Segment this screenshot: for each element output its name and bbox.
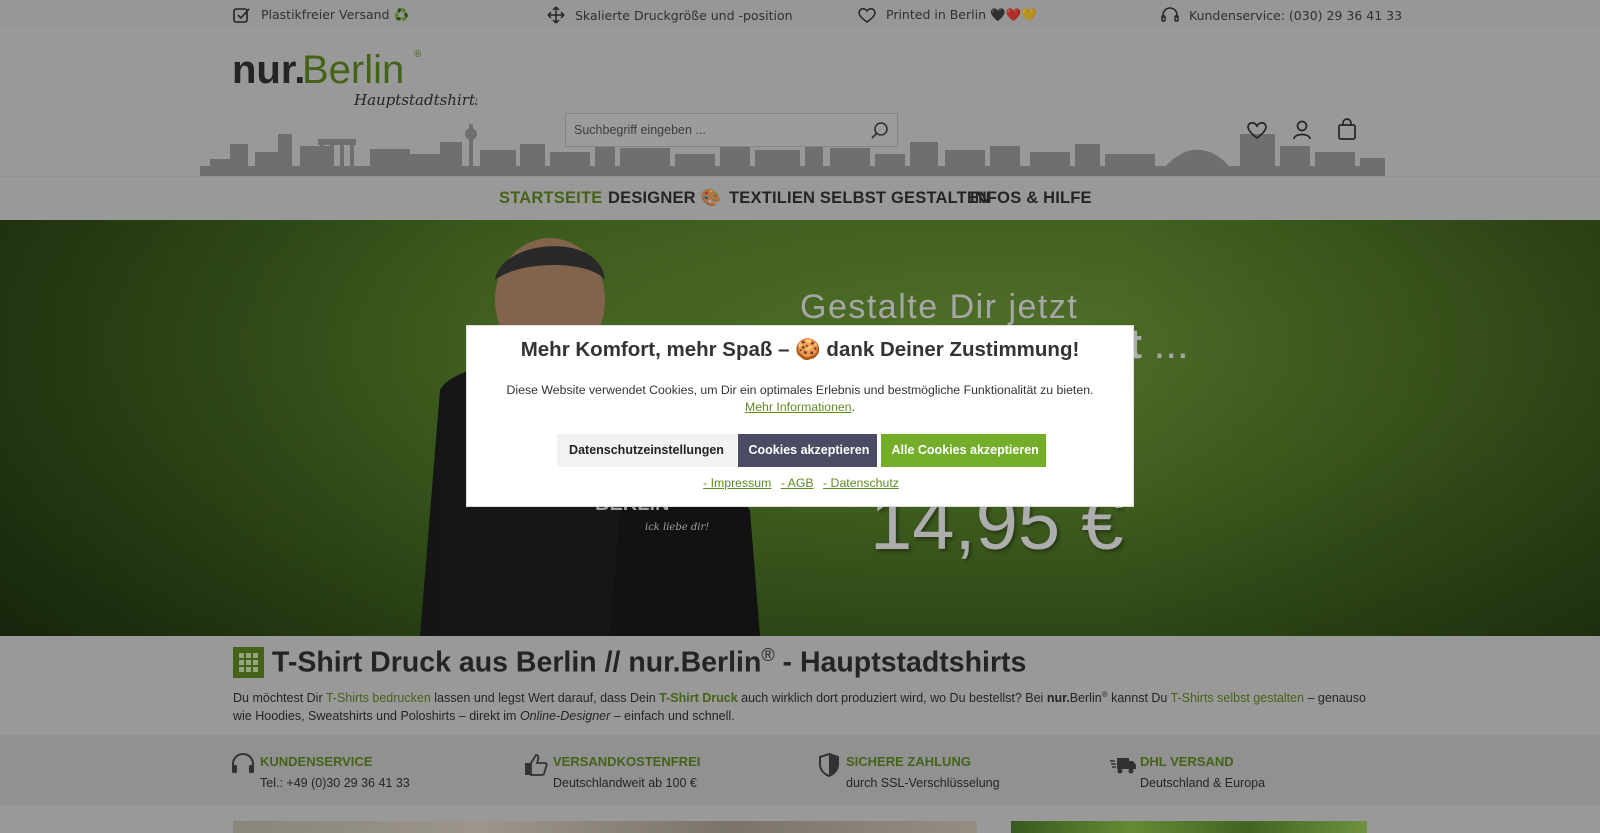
usp-title: SICHERE ZAHLUNG [846, 754, 971, 769]
intro-online-designer: Online-Designer [519, 708, 611, 723]
page-title-part-a: T-Shirt Druck aus Berlin // nur.Berlin [272, 646, 762, 679]
account-user-icon[interactable] [1290, 118, 1314, 142]
usp-title: DHL VERSAND [1140, 754, 1234, 769]
usp-bar: KUNDENSERVICE Tel.: +49 (0)30 29 36 41 3… [0, 735, 1600, 805]
topbar-label: Printed in Berlin 🖤❤️💛 [886, 7, 1037, 22]
truck-icon [1110, 758, 1136, 774]
intro-text: – einfach und schnell. [610, 708, 735, 723]
topbar-item-shipping: Plastikfreier Versand ♻️ [232, 6, 409, 24]
topbar-label: Kundenservice: (030) 29 36 41 33 [1189, 7, 1403, 23]
intro-brand: Berlin [1069, 691, 1102, 706]
site-header: nur. Berlin ® Hauptstadtshirts [0, 29, 1600, 176]
intro-paragraph: Du möchtest Dir T-Shirts bedrucken lasse… [233, 686, 1373, 725]
topbar-item-customer-service[interactable]: Kundenservice: (030) 29 36 41 33 [1160, 6, 1402, 24]
teaser-tile-left[interactable] [233, 821, 977, 833]
hero-headline: Gestalte Dir jetzt [800, 288, 1079, 326]
wishlist-heart-icon[interactable] [1245, 118, 1269, 142]
accept-cookies-button[interactable]: Cookies akzeptieren [737, 434, 877, 467]
headset-icon [1161, 7, 1179, 22]
site-logo[interactable]: nur. Berlin ® Hauptstadtshirts [232, 43, 483, 115]
hero-subheadline-dots: ... [1142, 320, 1189, 367]
grid-logo-icon [233, 646, 264, 678]
link-tshirts-selbst-gestalten[interactable]: T-Shirts selbst gestalten [1171, 691, 1304, 705]
nav-item-textilien[interactable]: TEXTILIEN SELBST GESTALTEN [729, 189, 990, 208]
topbar-label: Skalierte Druckgröße und -position [575, 7, 793, 23]
usp-title: KUNDENSERVICE [260, 754, 373, 769]
teaser-row [0, 805, 1600, 833]
teaser-tile-right[interactable] [1011, 821, 1367, 833]
logo-subtitle: Hauptstadtshirts [353, 91, 477, 109]
cookie-text-end: . [851, 400, 856, 414]
move-arrows-icon [547, 6, 565, 24]
usp-subtitle: durch SSL-Verschlüsselung [846, 776, 1000, 790]
usp-subtitle: Deutschlandweit ab 100 € [553, 776, 697, 790]
topbar-label: Plastikfreier Versand ♻️ [261, 7, 410, 22]
search-icon[interactable] [869, 120, 891, 142]
page-title: T-Shirt Druck aus Berlin // nur.Berlin® … [233, 645, 1026, 680]
nav-item-startseite[interactable]: STARTSEITE [499, 189, 602, 208]
cookie-consent-modal: Mehr Komfort, mehr Spaß – 🍪 dank Deiner … [466, 325, 1134, 507]
main-navigation: STARTSEITE DESIGNER 🎨 TEXTILIEN SELBST G… [0, 176, 1600, 220]
intro-text: lassen und legst Wert darauf, dass Dein [430, 691, 660, 706]
heart-icon [858, 8, 876, 23]
checklist-icon [233, 8, 250, 23]
search-box [565, 113, 898, 147]
topbar-item-print-size: Skalierte Druckgröße und -position [546, 6, 793, 24]
page-title-text: T-Shirt Druck aus Berlin // nur.Berlin® … [272, 645, 1026, 680]
thumbs-up-icon [525, 754, 548, 776]
logo-text-nur: nur. [232, 48, 305, 92]
cookie-text: Diese Website verwendet Cookies, um Dir … [506, 383, 1094, 397]
headset-icon [232, 753, 254, 773]
intro-text: auch wirklich dort produziert wird, wo D… [737, 691, 1047, 706]
page-title-part-b: - Hauptstadtshirts [774, 646, 1027, 679]
cookie-legal-links: - Impressum - AGB - Datenschutz [467, 476, 1135, 490]
shield-icon [819, 752, 839, 778]
cookie-modal-title: Mehr Komfort, mehr Spaß – 🍪 dank Deiner … [520, 338, 1080, 361]
link-tshirt-druck[interactable]: T-Shirt Druck [659, 691, 738, 705]
top-info-bar: Plastikfreier Versand ♻️ Skalierte Druck… [0, 0, 1600, 29]
nav-item-designer[interactable]: DESIGNER 🎨 [608, 189, 721, 208]
logo-reg: ® [414, 49, 422, 60]
accept-all-cookies-button[interactable]: Alle Cookies akzeptieren [880, 434, 1046, 467]
usp-title: VERSANDKOSTENFREI [553, 754, 701, 769]
cookie-more-info-link[interactable]: Mehr Informationen [745, 400, 852, 414]
intro-brand-bold: nur. [1046, 691, 1070, 706]
impressum-link[interactable]: - Impressum [703, 476, 771, 490]
usp-subtitle: Deutschland & Europa [1140, 776, 1266, 790]
link-tshirts-bedrucken[interactable]: T-Shirts bedrucken [326, 691, 431, 705]
intro-text: Du möchtest Dir [233, 691, 326, 706]
cookie-modal-text: Diese Website verwendet Cookies, um Dir … [491, 382, 1109, 416]
cookie-buttons: Datenschutzeinstellungen Cookies akzepti… [467, 434, 1135, 467]
nav-item-infos-hilfe[interactable]: INFOS & HILFE [970, 189, 1092, 208]
intro-section: T-Shirt Druck aus Berlin // nur.Berlin® … [0, 636, 1600, 735]
intro-text: kannst Du [1107, 691, 1171, 706]
page-title-reg: ® [761, 645, 775, 665]
agb-link[interactable]: - AGB [781, 476, 814, 490]
datenschutz-link[interactable]: - Datenschutz [823, 476, 899, 490]
usp-subtitle: Tel.: +49 (0)30 29 36 41 33 [260, 776, 410, 790]
logo-text-berlin: Berlin [302, 48, 404, 92]
topbar-item-printed-in-berlin: Printed in Berlin 🖤❤️💛 [857, 6, 1037, 24]
privacy-settings-button[interactable]: Datenschutzeinstellungen [556, 434, 737, 467]
search-input[interactable] [566, 114, 856, 146]
shopping-bag-icon[interactable] [1335, 118, 1359, 142]
